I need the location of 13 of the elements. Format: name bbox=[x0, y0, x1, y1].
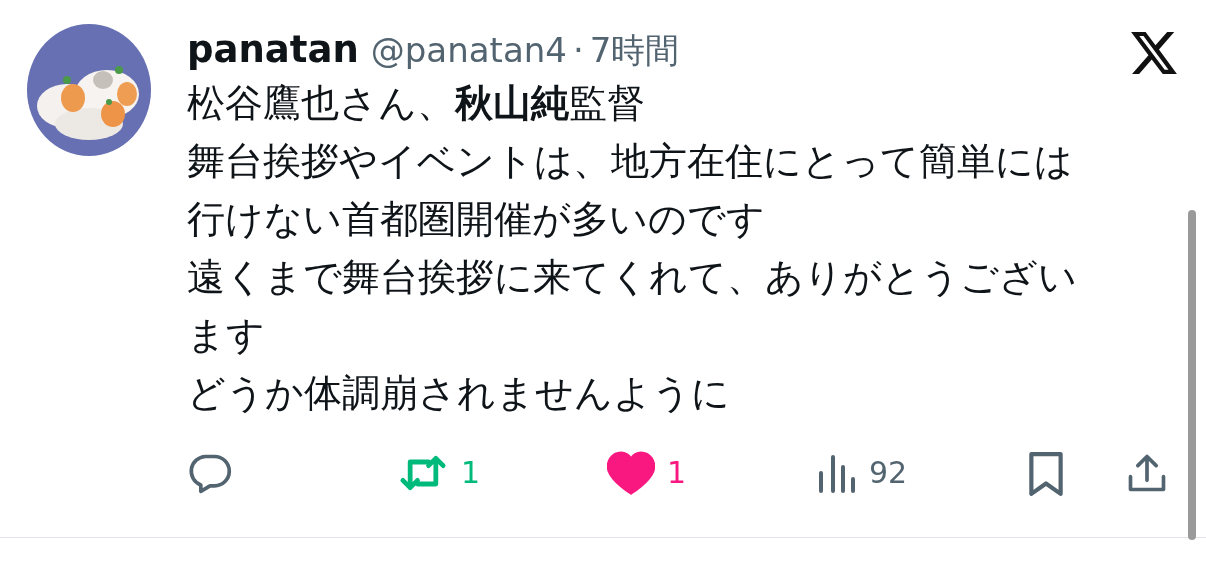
tweet-text-line: 舞台挨拶やイベントは、地方在住にとって簡単には bbox=[187, 137, 1074, 185]
tweet-text-line: どうか体調崩されませんように bbox=[187, 369, 731, 417]
action-count: 92 bbox=[869, 454, 908, 492]
tweet-text-line: 松谷鷹也さん、秋山純監督 bbox=[187, 79, 646, 127]
separator: · bbox=[572, 29, 584, 72]
action-count: 1 bbox=[667, 454, 687, 492]
display-name: panatan bbox=[187, 27, 359, 73]
tweet-text-line: 遠くまで舞台挨拶に来てくれて、ありがとうござい bbox=[187, 253, 1078, 301]
handle: @panatan4 bbox=[370, 29, 567, 72]
tweet-text-line: ます bbox=[187, 311, 266, 359]
tweet-text-line: 行けない首都圏開催が多いのです bbox=[187, 195, 766, 243]
timestamp: 7時間 bbox=[589, 29, 680, 72]
action-count: 1 bbox=[461, 454, 481, 492]
